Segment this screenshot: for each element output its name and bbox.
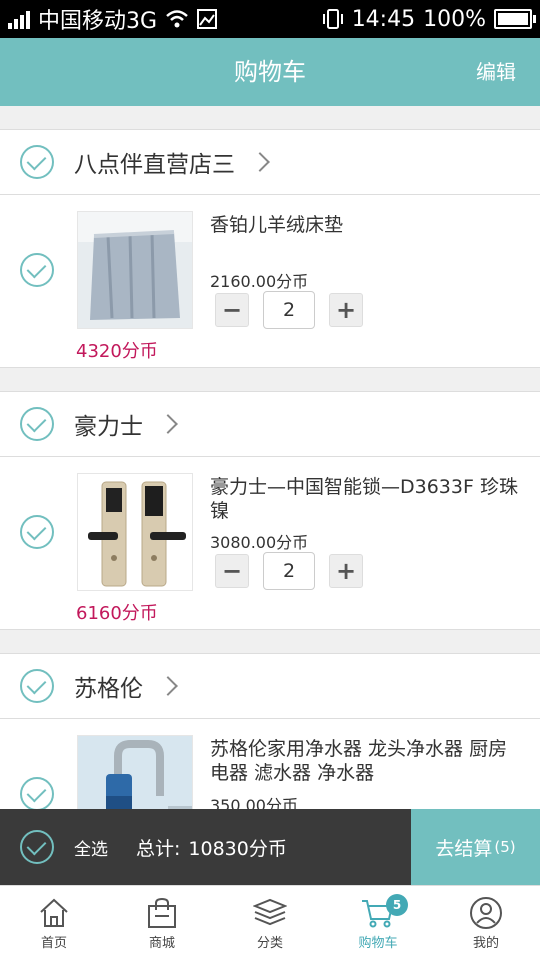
smart-lock-image xyxy=(78,474,192,590)
tab-profile[interactable]: 我的 xyxy=(432,886,540,961)
select-all-checkbox[interactable] xyxy=(20,830,54,864)
signal-icon xyxy=(8,9,30,29)
vibrate-icon xyxy=(322,9,343,29)
battery-percent: 100% xyxy=(423,6,486,32)
store-header[interactable]: 八点伴直营店三 xyxy=(0,129,540,195)
store-name: 苏格伦 xyxy=(74,676,143,702)
select-all-label[interactable]: 全选 xyxy=(74,835,108,860)
product-image[interactable] xyxy=(77,473,193,591)
mattress-image xyxy=(78,212,192,328)
item-checkbox[interactable] xyxy=(20,515,54,549)
chevron-right-icon xyxy=(158,676,178,696)
total-label: 总计: xyxy=(136,837,181,860)
quantity-field[interactable]: 2 xyxy=(263,552,315,590)
store-header[interactable]: 豪力士 xyxy=(0,391,540,457)
carrier-label: 中国移动3G xyxy=(38,9,158,34)
product-name[interactable]: 苏格伦家用净水器 龙头净水器 厨房电器 滤水器 净水器 xyxy=(210,737,525,785)
cart-item[interactable]: 苏格伦家用净水器 龙头净水器 厨房电器 滤水器 净水器 350.00分币 xyxy=(0,719,540,809)
quantity-stepper: − 2 + xyxy=(215,552,363,590)
user-icon xyxy=(470,897,502,929)
product-image[interactable] xyxy=(77,735,193,809)
unit-price: 3080.00分币 xyxy=(210,533,309,552)
checkout-button[interactable]: 去结算 (5) xyxy=(411,809,540,885)
chevron-right-icon xyxy=(158,414,178,434)
tab-category[interactable]: 分类 xyxy=(216,886,324,961)
status-bar: 中国移动3G 14:45 100% xyxy=(0,0,540,38)
tab-label: 首页 xyxy=(40,936,67,951)
app-header: 购物车 编辑 xyxy=(0,38,540,106)
tab-label: 我的 xyxy=(472,936,499,951)
store-header[interactable]: 苏格伦 xyxy=(0,653,540,719)
decrease-button[interactable]: − xyxy=(215,293,249,327)
item-checkbox[interactable] xyxy=(20,253,54,287)
item-checkbox[interactable] xyxy=(20,777,54,809)
tab-home[interactable]: 首页 xyxy=(0,886,108,961)
unit-price: 350.00分币 xyxy=(210,796,298,809)
tab-mall[interactable]: 商城 xyxy=(108,886,216,961)
unit-price: 2160.00分币 xyxy=(210,272,309,291)
decrease-button[interactable]: − xyxy=(215,554,249,588)
cart-badge: 5 xyxy=(386,894,408,916)
wifi-icon xyxy=(166,10,188,28)
product-image[interactable] xyxy=(77,211,193,329)
store-checkbox[interactable] xyxy=(20,145,54,179)
page-title: 购物车 xyxy=(234,58,306,86)
tab-label: 购物车 xyxy=(358,936,398,951)
quantity-field[interactable]: 2 xyxy=(263,291,315,329)
battery-icon xyxy=(494,9,536,29)
water-purifier-image xyxy=(78,736,192,809)
chevron-right-icon xyxy=(250,152,270,172)
checkout-bar: 全选 总计: 10830分币 去结算 (5) xyxy=(0,809,540,885)
home-icon xyxy=(40,898,68,927)
cart-list[interactable]: 八点伴直营店三 香铂儿羊绒床垫 2160.00分币 − 2 + 4320分币 豪… xyxy=(0,106,540,809)
bottom-tab-bar: 首页 商城 分类 5 购物车 我的 xyxy=(0,885,540,961)
store-name: 豪力士 xyxy=(74,414,143,440)
store-name: 八点伴直营店三 xyxy=(74,152,235,178)
increase-button[interactable]: + xyxy=(329,554,363,588)
clock: 14:45 xyxy=(351,6,416,32)
cart-item[interactable]: 豪力士—中国智能锁—D3633F 珍珠镍 3080.00分币 − 2 + 616… xyxy=(0,457,540,630)
store-checkbox[interactable] xyxy=(20,669,54,703)
item-total: 4320分币 xyxy=(76,341,158,362)
tab-label: 分类 xyxy=(256,936,283,951)
store-checkbox[interactable] xyxy=(20,407,54,441)
increase-button[interactable]: + xyxy=(329,293,363,327)
checkout-count: (5) xyxy=(494,838,516,856)
checkout-label: 去结算 xyxy=(435,837,493,860)
product-name[interactable]: 豪力士—中国智能锁—D3633F 珍珠镍 xyxy=(210,475,525,523)
edit-button[interactable]: 编辑 xyxy=(476,38,516,106)
shopping-bag-icon xyxy=(148,897,176,928)
cart-item[interactable]: 香铂儿羊绒床垫 2160.00分币 − 2 + 4320分币 xyxy=(0,195,540,368)
total-value: 10830分币 xyxy=(188,837,287,860)
tab-cart[interactable]: 5 购物车 xyxy=(324,886,432,961)
quantity-stepper: − 2 + xyxy=(215,291,363,329)
item-total: 6160分币 xyxy=(76,603,158,624)
image-icon xyxy=(197,9,218,29)
tab-label: 商城 xyxy=(148,936,175,951)
layers-icon xyxy=(253,898,287,926)
product-name[interactable]: 香铂儿羊绒床垫 xyxy=(210,213,525,237)
